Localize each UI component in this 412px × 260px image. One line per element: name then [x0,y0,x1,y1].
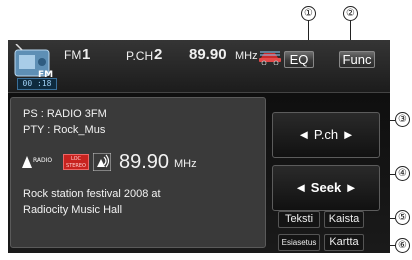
radio-text-line-2: Radiocity Music Hall [23,204,123,216]
esiasetus-button[interactable]: Esiasetus [278,234,320,251]
stereo-badge: LOC STEREO [63,154,89,170]
callout-5: ⑤ [395,210,410,225]
preset-number: 2 [154,46,163,63]
func-button[interactable]: Func [339,51,375,68]
station-frequency: 89.90 [119,151,170,173]
preset-channel-button[interactable]: ◄ P.ch ► [272,112,380,158]
pty-line: PTY : Rock_Mus [23,124,106,136]
kartta-button[interactable]: Kartta [324,234,364,251]
clock: 00 :18 [17,78,57,90]
seek-button[interactable]: ◄ Seek ► [272,165,380,211]
header-frequency: 89.90 [189,46,227,63]
callout-3: ③ [395,112,410,127]
stereo-label: STEREO [66,163,86,169]
kaista-button[interactable]: Kaista [324,211,364,228]
callout-2: ② [343,6,358,21]
callout-6: ⑥ [395,238,410,253]
station-info-panel: PS : RADIO 3FM PTY : Rock_Mus RADIO LOC … [10,97,266,248]
loc-label: LOC [70,156,82,162]
preset-label: P.CH [126,49,154,63]
radio-screen: FM 00 :18 FM 1 P.CH 2 89.90 MHz EQ Func … [8,40,390,253]
signal-icon [93,153,111,171]
callout-1: ① [301,6,316,21]
radio-logo-icon: RADIO [21,155,61,169]
radio-logo-triangle-icon [22,156,32,168]
radio-text-line-1: Rock station festival 2008 at [23,188,161,200]
header-frequency-unit: MHz [235,50,258,62]
band-label: FM [64,48,82,62]
callout-4: ④ [395,166,410,181]
radio-logo-text: RADIO [33,157,53,164]
traffic-car-icon [259,51,281,65]
station-frequency-unit: MHz [174,158,197,170]
band-number: 1 [82,46,91,63]
status-bar: FM 00 :18 FM 1 P.CH 2 89.90 MHz EQ Func [8,40,390,93]
teksti-button[interactable]: Teksti [278,211,320,228]
eq-button[interactable]: EQ [284,51,314,68]
ps-line: PS : RADIO 3FM [23,108,107,120]
